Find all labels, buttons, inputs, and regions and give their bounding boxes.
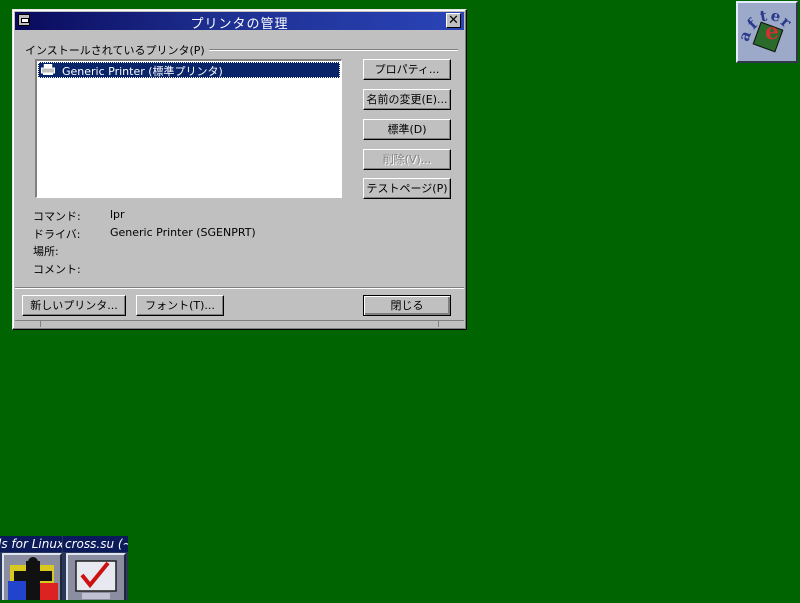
printer-icon	[41, 64, 55, 75]
delete-button[interactable]: 削除(V)...	[363, 149, 451, 170]
checkmark-icon	[75, 560, 117, 599]
status-bar	[15, 320, 464, 327]
afterstep-letter-a: a	[736, 28, 755, 44]
printer-list[interactable]: Generic Printer (標準プリンタ)	[35, 59, 342, 198]
set-default-button[interactable]: 標準(D)	[363, 119, 451, 140]
test-page-button[interactable]: テストページ(P)	[363, 178, 451, 199]
rename-button[interactable]: 名前の変更(E)...	[363, 89, 451, 110]
bottom-divider	[15, 287, 464, 289]
cross-app-icon	[8, 557, 58, 600]
taskbar: ls for Linux cross.su (~)	[0, 536, 128, 600]
group-divider	[209, 49, 458, 51]
comment-label: コメント:	[33, 263, 81, 276]
task-tab-tools-for-linux[interactable]: ls for Linux	[0, 536, 62, 552]
driver-label: ドライバ:	[33, 228, 81, 241]
printer-manager-window: プリンタの管理 ✕ インストールされているプリンタ(P) Generic Pri…	[12, 9, 467, 330]
font-button[interactable]: フォント(T)...	[136, 295, 224, 316]
task-tab-cross-su[interactable]: cross.su (~)	[63, 536, 128, 552]
installed-printers-label: インストールされているプリンタ(P)	[25, 42, 209, 58]
close-window-button[interactable]: ✕	[446, 13, 461, 28]
afterstep-e-glyph: e	[765, 19, 779, 45]
window-title: プリンタの管理	[190, 17, 289, 32]
afterstep-icon[interactable]: a f t e r e	[736, 1, 798, 63]
driver-value: Generic Printer (SGENPRT)	[110, 226, 256, 239]
command-value: lpr	[110, 208, 125, 221]
wharf-app-button[interactable]	[2, 553, 62, 600]
new-printer-button[interactable]: 新しいプリンタ...	[22, 295, 126, 316]
properties-button[interactable]: プロパティ...	[363, 59, 451, 80]
title-bar[interactable]: プリンタの管理 ✕	[15, 12, 464, 32]
wharf-checklist-button[interactable]	[66, 553, 126, 600]
printer-list-item[interactable]: Generic Printer (標準プリンタ)	[38, 62, 340, 78]
command-label: コマンド:	[33, 210, 81, 223]
close-button[interactable]: 閉じる	[363, 295, 451, 316]
printer-list-item-label: Generic Printer (標準プリンタ)	[62, 65, 223, 78]
location-label: 場所:	[33, 245, 59, 258]
